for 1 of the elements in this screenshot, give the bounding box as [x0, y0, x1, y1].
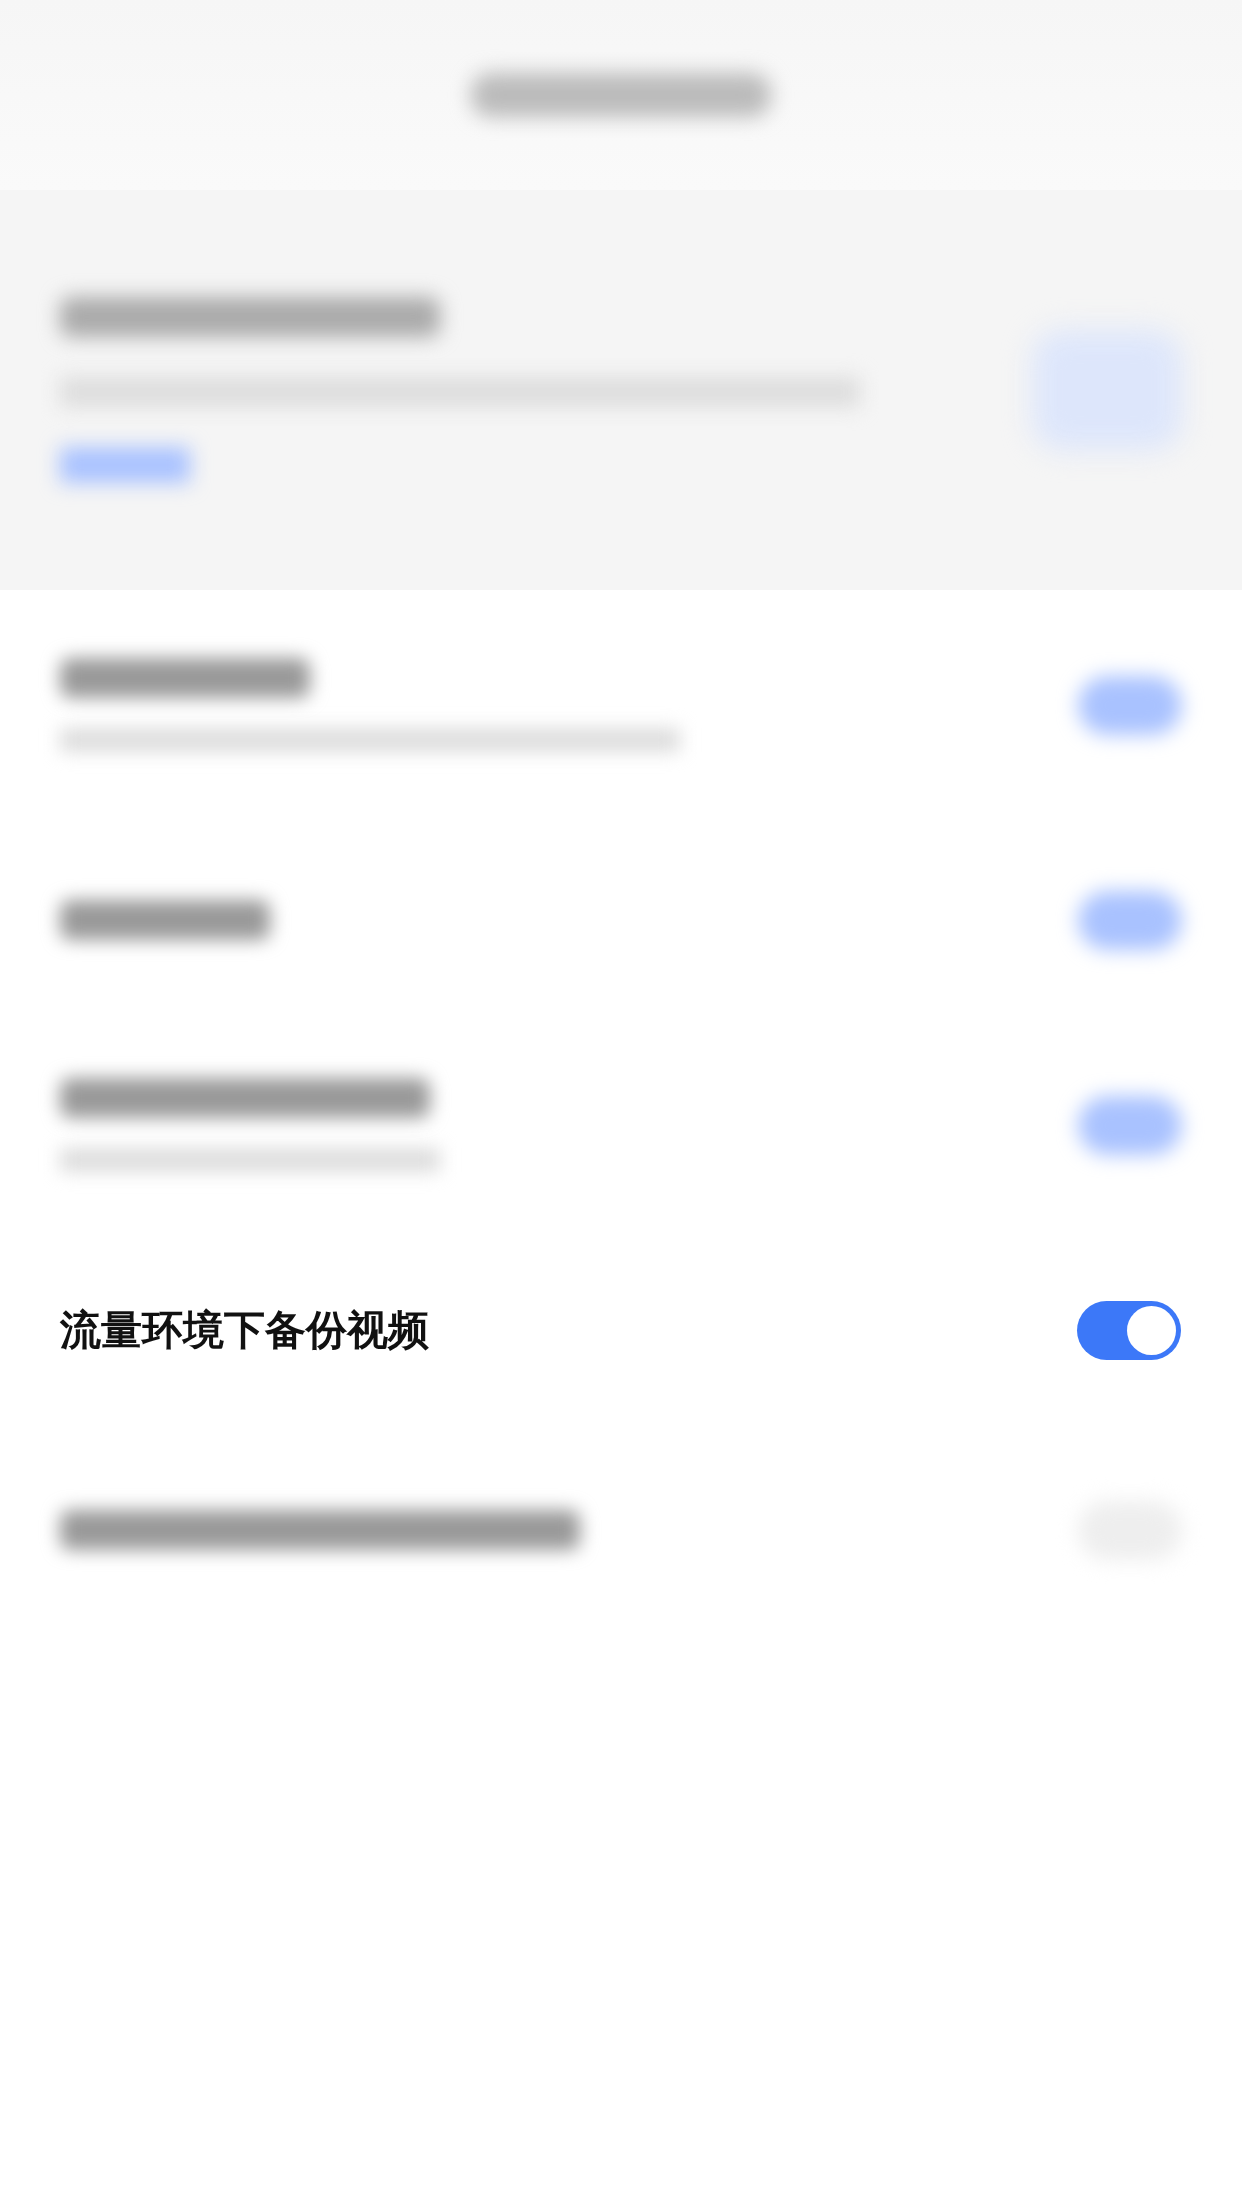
setting-label: 流量环境下备份视频: [60, 1304, 429, 1356]
